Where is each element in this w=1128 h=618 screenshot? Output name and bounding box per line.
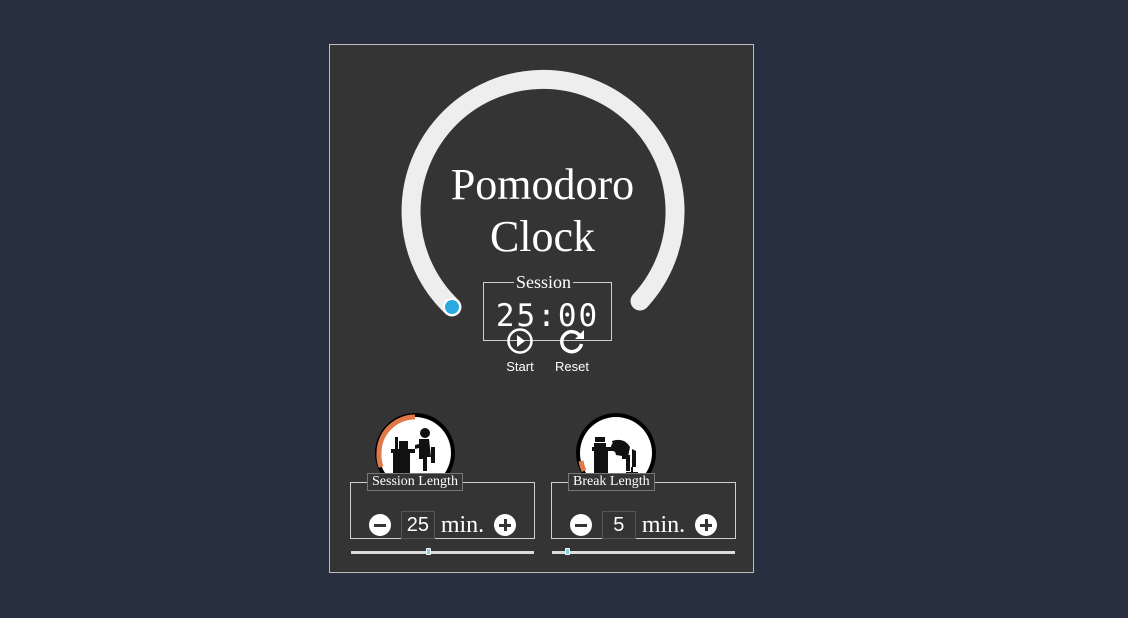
dial-indicator[interactable] — [443, 298, 461, 316]
break-slider-handle[interactable] — [565, 548, 570, 555]
reset-button[interactable]: Reset — [549, 327, 595, 374]
break-length-box: Break Length 5 min. — [551, 473, 736, 555]
session-length-box: Session Length 25 min. — [350, 473, 535, 555]
break-length-value[interactable]: 5 — [601, 511, 636, 539]
break-increment-button[interactable] — [695, 514, 718, 536]
app-title-line2: Clock — [489, 212, 596, 261]
break-length-unit: min. — [641, 511, 686, 538]
redo-icon — [560, 329, 584, 354]
break-length-legend: Break Length — [568, 473, 655, 491]
pomodoro-card: Pomodoro Clock Session 25:00 Start Reset — [329, 44, 754, 573]
session-length-legend: Session Length — [367, 473, 463, 491]
break-decrement-button[interactable] — [569, 514, 592, 536]
start-button[interactable]: Start — [500, 327, 540, 374]
session-decrement-button[interactable] — [368, 514, 391, 536]
app-title-line1: Pomodoro — [450, 160, 635, 209]
start-label: Start — [506, 359, 534, 374]
session-legend: Session — [516, 272, 572, 292]
session-length-unit: min. — [440, 511, 485, 538]
session-length-value[interactable]: 25 — [400, 511, 435, 539]
session-increment-button[interactable] — [494, 514, 517, 536]
play-circle-icon — [507, 328, 533, 354]
break-length-slider[interactable] — [552, 548, 735, 555]
reset-label: Reset — [555, 359, 589, 374]
session-length-slider[interactable] — [351, 548, 534, 555]
session-slider-handle[interactable] — [426, 548, 431, 555]
